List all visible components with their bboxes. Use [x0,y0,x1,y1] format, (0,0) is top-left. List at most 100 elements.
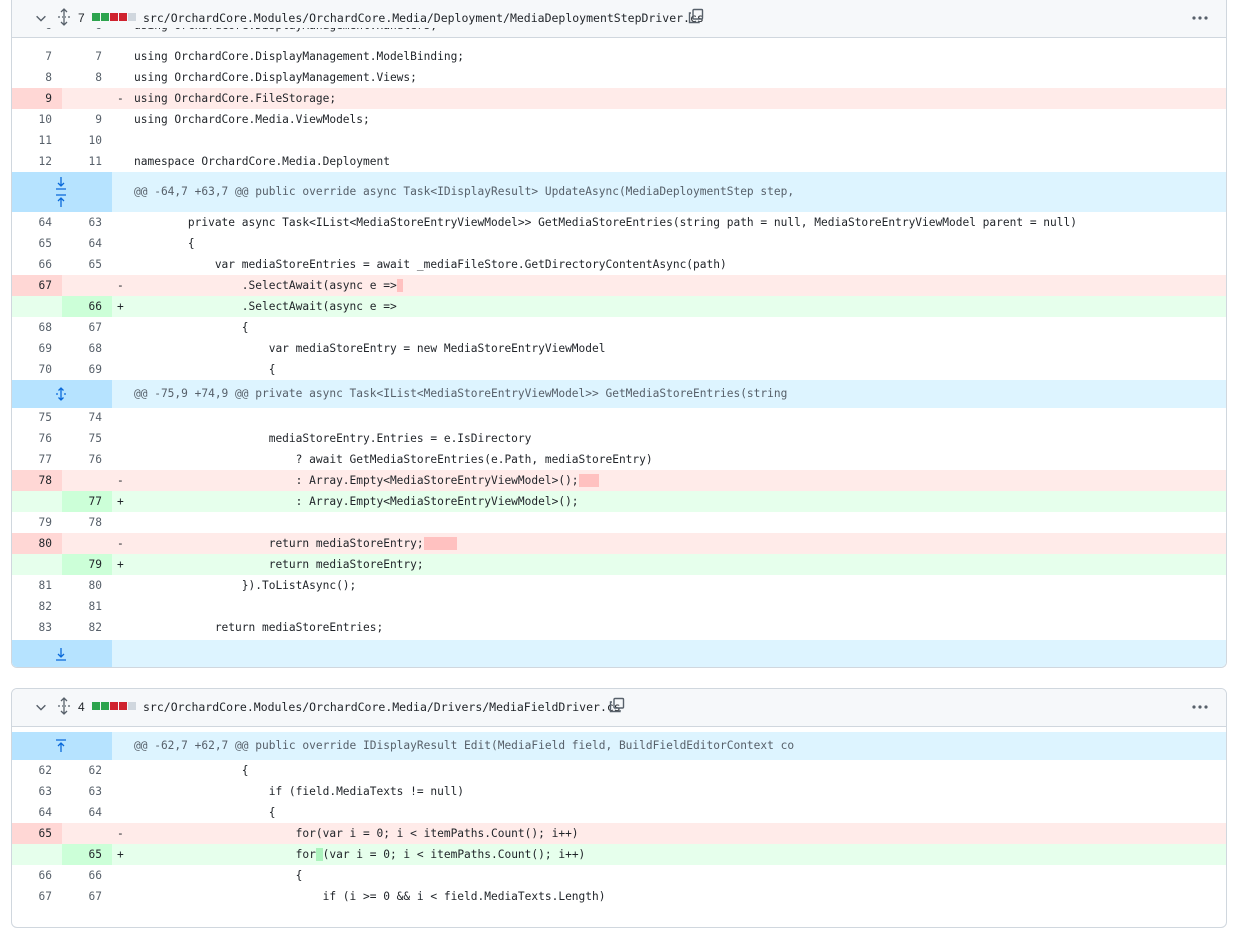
new-line-number[interactable]: 7 [62,46,112,67]
old-line-number[interactable]: 78 [12,470,62,491]
new-line-number[interactable]: 62 [62,760,112,781]
new-line-number[interactable]: 82 [62,617,112,638]
chevron-down-icon[interactable] [34,700,48,714]
old-line-number[interactable]: 70 [12,359,62,380]
old-line-number[interactable]: 66 [12,865,62,886]
new-line-number[interactable]: 64 [62,802,112,823]
old-line-number[interactable]: 67 [12,886,62,907]
expand-all-icon[interactable] [56,8,72,26]
new-line-number[interactable]: 63 [62,781,112,802]
new-line-number[interactable]: 74 [62,407,112,428]
new-line-number[interactable]: 78 [62,512,112,533]
new-line-number[interactable]: 9 [62,109,112,130]
diff-line: 66 65 var mediaStoreEntries = await _medi… [12,254,1226,275]
new-line-number[interactable]: 8 [62,67,112,88]
code-content: for [134,848,316,861]
diff-line: 10 9 using OrchardCore.Media.ViewModels; [12,109,1226,130]
code-text: using OrchardCore.DisplayManagement.View… [134,67,417,88]
old-line-number[interactable]: 7 [12,46,62,67]
chevron-down-icon[interactable] [34,11,48,25]
diff-line: 65 + for (var i = 0; i < itemPaths.Count(… [12,844,1226,865]
code-content: for(var i = 0; i < itemPaths.Count(); i+… [134,827,579,840]
old-line-number[interactable]: 65 [12,233,62,254]
new-line-number[interactable]: 66 [62,296,112,317]
old-line-number[interactable]: 69 [12,338,62,359]
old-line-number[interactable]: 62 [12,760,62,781]
old-line-number[interactable]: 79 [12,512,62,533]
whitespace-change-highlight [423,537,458,550]
old-line-number[interactable]: 8 [12,67,62,88]
old-line-number[interactable]: 80 [12,533,62,554]
new-line-number[interactable]: 11 [62,151,112,172]
old-line-number[interactable]: 9 [12,88,62,109]
more-options-icon[interactable] [1191,701,1209,713]
changes-count: 4 [78,700,85,714]
diff-line: 65 - for(var i = 0; i < itemPaths.Count()… [12,823,1226,844]
diff-line: 65 64 { [12,233,1226,254]
new-line-number[interactable]: 81 [62,596,112,617]
new-line-number[interactable]: 80 [62,575,112,596]
file-path[interactable]: src/OrchardCore.Modules/OrchardCore.Medi… [143,11,704,25]
old-line-number[interactable]: 77 [12,449,62,470]
more-options-icon[interactable] [1191,12,1209,24]
new-line-number[interactable]: 76 [62,449,112,470]
expand-gutter[interactable] [12,640,112,667]
expand-gutter[interactable] [12,172,112,212]
new-line-number[interactable]: 68 [62,338,112,359]
old-line-number[interactable]: 68 [12,317,62,338]
new-line-number[interactable]: 10 [62,130,112,151]
old-line-number[interactable]: 65 [12,823,62,844]
old-line-number[interactable]: 82 [12,596,62,617]
old-line-number[interactable]: 64 [12,802,62,823]
diffstat-block-add [92,702,100,710]
new-line-number[interactable]: 77 [62,491,112,512]
diff-line: 67 - .SelectAwait(async e => [12,275,1226,296]
new-line-number[interactable]: 67 [62,886,112,907]
old-line-number[interactable]: 11 [12,130,62,151]
new-line-number[interactable]: 69 [62,359,112,380]
diff-line: 69 68 var mediaStoreEntry = new MediaStor… [12,338,1226,359]
expand-gutter[interactable] [12,380,112,408]
hunk-header: @@ -62,7 +62,7 @@ public override IDispl… [12,732,1226,760]
new-line-number[interactable]: 67 [62,317,112,338]
diff-line: 81 80 }).ToListAsync(); [12,575,1226,596]
code-text: for (var i = 0; i < itemPaths.Count(); i… [134,844,585,865]
new-line-number[interactable]: 66 [62,865,112,886]
code-text: : Array.Empty<MediaStoreEntryViewModel>(… [134,470,599,491]
new-line-number[interactable]: 63 [62,212,112,233]
old-line-number[interactable]: 75 [12,407,62,428]
expand-up-icon[interactable] [54,739,68,753]
hunk-header-text: @@ -62,7 +62,7 @@ public override IDispl… [134,739,795,752]
expand-down-icon[interactable] [54,176,68,190]
file-header: 4 src/OrchardCore.Modules/OrchardCore.Me… [12,689,1226,727]
expand-gutter[interactable] [12,732,112,760]
old-line-number[interactable]: 66 [12,254,62,275]
new-line-number[interactable]: 79 [62,554,112,575]
old-line-number[interactable]: 67 [12,275,62,296]
expand-down-icon[interactable] [54,647,68,661]
copy-icon[interactable] [688,8,704,24]
old-line-number[interactable]: 64 [12,212,62,233]
file-path[interactable]: src/OrchardCore.Modules/OrchardCore.Medi… [143,700,621,714]
new-line-number[interactable]: 65 [62,254,112,275]
old-line-number[interactable]: 10 [12,109,62,130]
code-content: var mediaStoreEntry = new MediaStoreEntr… [134,342,606,355]
diff-line: 83 82 return mediaStoreEntries; [12,617,1226,638]
old-line-number[interactable]: 81 [12,575,62,596]
diff-line-partial: 66 using OrchardCore.DisplayManagement.Ha… [12,28,1226,38]
old-line-number[interactable]: 12 [12,151,62,172]
hunk-header-text: @@ -75,9 +74,9 @@ private async Task<ILi… [134,387,788,400]
expand-both-icon[interactable] [54,387,68,401]
expand-all-icon[interactable] [56,697,72,715]
new-line-number[interactable]: 64 [62,233,112,254]
old-line-number[interactable]: 63 [12,781,62,802]
hunk-header [12,640,1226,667]
new-line-number[interactable]: 75 [62,428,112,449]
expand-up-icon[interactable] [54,194,68,208]
new-line-number[interactable]: 65 [62,844,112,865]
old-line-number[interactable]: 83 [12,617,62,638]
diff-sign: + [117,495,124,508]
diffstat-block-neu [128,13,136,21]
copy-icon[interactable] [609,697,625,713]
old-line-number[interactable]: 76 [12,428,62,449]
